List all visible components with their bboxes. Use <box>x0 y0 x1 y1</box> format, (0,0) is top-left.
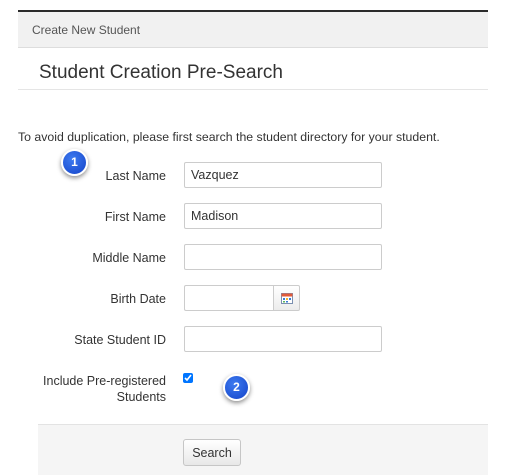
birth-date-input[interactable] <box>184 285 273 311</box>
include-preregistered-label: Include Pre-registered Students <box>18 373 166 405</box>
title-divider <box>18 89 488 90</box>
include-preregistered-label-line1: Include Pre-registered <box>43 374 166 388</box>
calendar-button[interactable] <box>273 285 300 311</box>
panel-header-title: Create New Student <box>32 23 141 37</box>
middle-name-input[interactable] <box>184 244 382 270</box>
search-button[interactable]: Search <box>183 439 241 466</box>
callout-badge-2: 2 <box>223 374 250 401</box>
calendar-icon <box>281 293 293 304</box>
birth-date-label: Birth Date <box>110 292 166 306</box>
include-preregistered-label-line2: Students <box>116 390 166 404</box>
first-name-label: First Name <box>104 210 166 224</box>
form-footer <box>38 424 488 475</box>
intro-text: To avoid duplication, please first searc… <box>18 130 440 144</box>
state-student-id-label: State Student ID <box>74 333 166 347</box>
last-name-label: Last Name <box>105 169 166 183</box>
last-name-input[interactable] <box>184 162 382 188</box>
section-title: Student Creation Pre-Search <box>39 62 283 83</box>
first-name-input[interactable] <box>184 203 382 229</box>
middle-name-label: Middle Name <box>92 251 166 265</box>
include-preregistered-checkbox[interactable] <box>183 373 193 383</box>
panel-header: Create New Student <box>18 12 488 48</box>
state-student-id-input[interactable] <box>184 326 382 352</box>
